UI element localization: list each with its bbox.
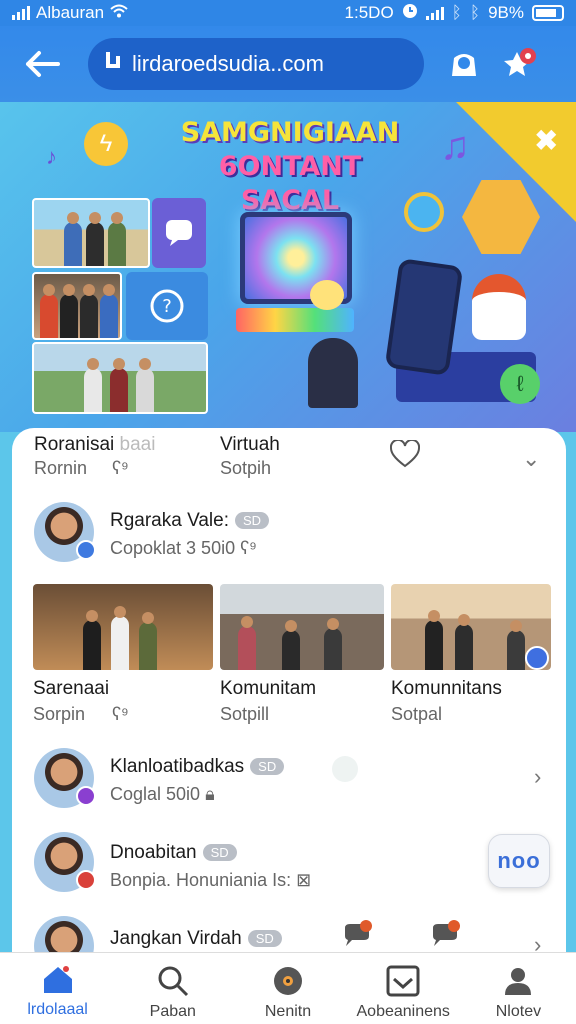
avatar-badge-icon <box>76 786 96 806</box>
notifications-button[interactable] <box>498 42 542 86</box>
url-text: lirdaroedsudia..com <box>132 51 324 76</box>
thumbnail-1[interactable] <box>33 584 213 670</box>
chevron-down-icon[interactable]: ⌄ <box>522 446 540 472</box>
url-bar[interactable]: lirdaroedsudia..com <box>88 38 424 90</box>
category-title-2[interactable]: Virtuah <box>220 434 280 456</box>
bluetooth-icon: ᛒ <box>451 3 462 22</box>
category-header-row: Roranisai baai Rornin ʕ⁹ Virtuah Sotpih … <box>12 428 566 498</box>
list-item-name: Klanloatibadkas SD <box>110 756 285 778</box>
lightning-icon: ϟ <box>84 122 128 166</box>
question-icon: ? <box>150 289 184 323</box>
banner-title: SAMGNIGIAAN 6ONTANT SACAL <box>170 116 410 218</box>
monitor-stand <box>236 308 354 332</box>
wifi-icon <box>110 3 128 23</box>
music-notes-icon: ♫ <box>440 124 470 168</box>
chat-alert-icon[interactable] <box>342 920 372 955</box>
banner-title-line1: SAMGNIGIAAN <box>180 117 400 148</box>
signal-icon <box>12 6 30 20</box>
chat-tile <box>152 198 206 268</box>
vibrate-icon: ᛒ <box>469 3 481 22</box>
more-options-button[interactable]: noo <box>488 834 550 888</box>
thumbnail-2[interactable] <box>220 584 384 670</box>
photo-group-indoor <box>32 272 122 340</box>
profile-icon <box>505 968 532 995</box>
thumbnail-title-2: Komunitam <box>220 678 317 699</box>
top-nav-bar: lirdaroedsudia..com <box>0 26 576 102</box>
list-item[interactable]: Dnoabitan SD Bonpia. Honuniania Is: ⊠ <box>12 828 566 908</box>
tab-search[interactable]: Paban <box>115 953 230 1024</box>
thumbnail-sub-1: Sorpin <box>33 704 86 724</box>
back-arrow-icon[interactable] <box>18 40 66 88</box>
music-note-icon: ♪ <box>46 144 57 169</box>
category-sub-2: Sotpih <box>220 458 272 478</box>
emoji-illustration <box>310 280 344 310</box>
featured-name: Rgaraka Vale: SD <box>110 510 270 532</box>
thumbnail-sub-3: Sotpal <box>391 704 443 724</box>
category-sub-1: Rornin <box>34 458 88 478</box>
tab-profile[interactable]: Nlotev <box>461 953 576 1024</box>
disc-icon <box>274 967 302 995</box>
banner-title-line2: 6ONTANT SACAL <box>218 151 362 216</box>
lock-icon: 🔒︎ <box>205 784 215 804</box>
tab-inbox[interactable]: Aobeaninens <box>346 953 461 1024</box>
bottom-tab-bar: lrdolaaal Paban Nenitn Aobeaninens Nlote… <box>0 952 576 1024</box>
play-badge-icon <box>525 646 549 670</box>
thumbnail-title-3: Komunnitans <box>391 678 502 699</box>
svg-text:?: ? <box>162 296 172 317</box>
status-bar: Albauran 1:5DO ᛒ ᛒ 9B% <box>0 0 576 26</box>
chevron-right-icon[interactable]: › <box>534 764 541 790</box>
account-button[interactable] <box>442 42 486 86</box>
refresh-badge-icon <box>404 192 444 232</box>
featured-sub: Copoklat 3 50i0 ʕ⁹ <box>110 538 257 558</box>
cell-signal-icon <box>425 6 444 20</box>
list-item[interactable]: Klanloatibadkas SD Coglal 50i0 🔒︎ › <box>12 744 566 824</box>
home-icon <box>43 966 72 993</box>
chat-bubble-icon <box>166 220 192 246</box>
status-time: 1:5DO <box>344 3 394 22</box>
battery-icon <box>532 5 564 21</box>
mascot-illustration <box>472 274 526 340</box>
promo-banner[interactable]: ✖ ϟ ♪ ♫ SAMGNIGIAAN 6ONTANT SACAL ? ℓ <box>0 102 576 432</box>
list-item-sub: Bonpia. Honuniania Is: ⊠ <box>110 870 312 890</box>
help-tile: ? <box>126 272 208 340</box>
account-icon <box>452 54 476 76</box>
status-dot-icon <box>332 756 358 782</box>
reply-icon: ʕ⁹ <box>240 538 257 558</box>
person-illustration <box>308 338 358 408</box>
tab-home[interactable]: lrdolaaal <box>0 953 115 1024</box>
photo-group-beach <box>32 198 150 268</box>
heart-icon[interactable] <box>389 438 421 473</box>
avatar-badge-icon <box>76 540 96 560</box>
content-card: Roranisai baai Rornin ʕ⁹ Virtuah Sotpih … <box>12 428 566 988</box>
search-icon <box>158 966 188 997</box>
battery-percent: 9B% <box>488 3 524 22</box>
carrier-name: Albauran <box>36 3 105 22</box>
chat-alert-icon[interactable] <box>430 920 460 955</box>
featured-list-item[interactable]: Rgaraka Vale: SD Copoklat 3 50i0 ʕ⁹ <box>12 498 566 578</box>
sparkle-icon: ✖ <box>534 125 558 156</box>
lock-icon <box>104 50 122 78</box>
alarm-icon <box>402 3 418 24</box>
star-badge-icon <box>504 48 536 76</box>
list-item-sub: Coglal 50i0 🔒︎ <box>110 784 215 804</box>
tab-music[interactable]: Nenitn <box>230 953 345 1024</box>
phone-call-icon: ℓ <box>500 364 540 404</box>
thumbnail-title-1: Sarenaai <box>33 678 110 699</box>
inbox-icon <box>386 965 420 997</box>
thumbnail-3[interactable] <box>391 584 551 670</box>
featured-badge: SD <box>235 512 270 530</box>
photo-group-outdoor <box>32 342 208 414</box>
category-title-1[interactable]: Roranisai baai <box>34 434 155 456</box>
reply-icon: ʕ⁹ <box>112 704 129 724</box>
reply-icon: ʕ⁹ <box>112 458 129 478</box>
avatar-badge-icon <box>76 870 96 890</box>
list-item-name: Jangkan Virdah SD <box>110 928 282 950</box>
bookmark-icon: ⊠ <box>296 870 312 890</box>
thumbnail-sub-2: Sotpill <box>220 704 270 724</box>
list-item-name: Dnoabitan SD <box>110 842 237 864</box>
